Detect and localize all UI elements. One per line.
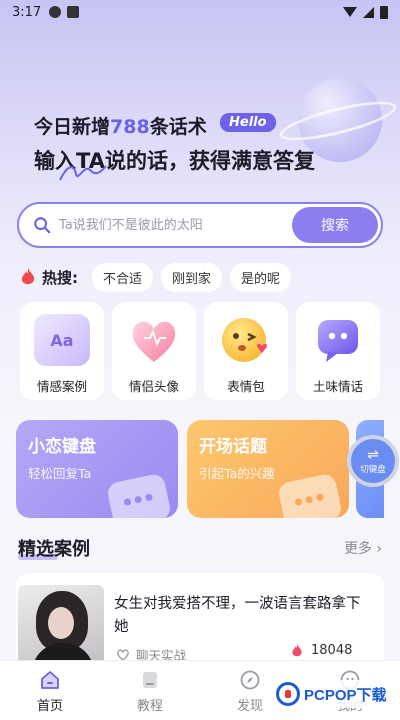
category-label: 情侣头像 xyxy=(128,379,179,394)
heart-icon xyxy=(132,321,176,362)
hero-suffix: 条话术 xyxy=(149,116,207,138)
hot-chip-1[interactable]: 不合适 xyxy=(92,262,154,292)
wifi-icon xyxy=(343,7,357,17)
watermark: PCPOP下载 xyxy=(272,680,391,708)
chat-bubble-icon xyxy=(318,320,358,362)
hero-headline: 今日新增788条话术 xyxy=(34,112,207,139)
case-view-count: 18048 xyxy=(291,643,352,658)
notification-icon xyxy=(49,6,62,18)
category-couple-avatars[interactable]: 情侣头像 xyxy=(112,302,196,400)
swap-arrows-icon: ⇌ xyxy=(367,446,379,463)
featured-cases-header: 精选案例 更多 › xyxy=(18,535,382,561)
status-icons xyxy=(343,5,388,19)
tab-tutorial[interactable]: 教程 xyxy=(100,661,200,720)
feature-row: 小恋键盘 轻松回复Ta 开场话题 引起Ta的兴趣 xyxy=(16,420,349,518)
hello-badge: Hello xyxy=(220,113,276,132)
search-button[interactable]: 搜索 xyxy=(292,207,378,243)
category-stickers[interactable]: 表情包 xyxy=(204,302,288,400)
hot-chip-2[interactable]: 刚到家 xyxy=(161,262,223,292)
home-icon xyxy=(41,671,59,689)
emoji-icon xyxy=(222,318,267,362)
category-emotion-cases[interactable]: Aa 情感案例 xyxy=(20,302,104,400)
hero-prefix: 今日新增 xyxy=(34,116,111,138)
aa-book-icon: Aa xyxy=(34,314,90,366)
feature-title: 开场话题 xyxy=(199,437,267,457)
tab-label: 发现 xyxy=(236,699,263,714)
app-notification-icon xyxy=(67,6,80,18)
fire-icon xyxy=(292,644,302,657)
feature-opening-topics[interactable]: 开场话题 引起Ta的兴趣 xyxy=(187,420,349,518)
compass-icon xyxy=(240,670,260,690)
case-card[interactable]: 女生对我爱搭不理，一波语言套路拿下她 聊天实战 18048 xyxy=(16,573,384,673)
new-count: 788 xyxy=(110,116,150,138)
search-bar[interactable]: 搜索 xyxy=(17,202,383,248)
category-label: 土味情话 xyxy=(312,379,363,394)
book-icon xyxy=(143,672,157,688)
watermark-logo-icon xyxy=(276,682,300,706)
tab-label: 教程 xyxy=(136,699,163,714)
hot-search-row: 热搜: 不合适 刚到家 是的呢 xyxy=(20,262,299,292)
fire-icon xyxy=(21,268,35,285)
status-time: 3:17 xyxy=(12,4,42,20)
search-icon xyxy=(34,217,51,234)
tab-home[interactable]: 首页 xyxy=(0,661,100,720)
squiggle-decoration xyxy=(59,165,107,181)
more-link[interactable]: 更多 › xyxy=(344,538,382,558)
feature-title: 小恋键盘 xyxy=(28,437,96,457)
hot-search-label: 热搜: xyxy=(42,268,78,287)
watermark-text: PCPOP下载 xyxy=(304,686,387,704)
feature-love-keyboard[interactable]: 小恋键盘 轻松回复Ta xyxy=(16,420,178,518)
category-row: Aa 情感案例 情侣头像 表情包 土味情话 xyxy=(20,302,380,400)
section-title: 精选案例 xyxy=(18,535,90,561)
tab-label: 首页 xyxy=(36,699,63,714)
category-label: 情感案例 xyxy=(36,379,87,394)
view-count-value: 18048 xyxy=(311,643,353,658)
signal-icon xyxy=(363,6,374,18)
switch-keyboard-label: 切键盘 xyxy=(360,464,386,475)
switch-keyboard-button[interactable]: ⇌ 切键盘 xyxy=(347,435,399,487)
status-bar: 3:17 xyxy=(0,0,400,24)
category-label: 表情包 xyxy=(227,379,265,394)
category-cheesy-lines[interactable]: 土味情话 xyxy=(296,302,380,400)
case-title: 女生对我爱搭不理，一波语言套路拿下她 xyxy=(114,596,361,635)
hot-chip-3[interactable]: 是的呢 xyxy=(230,262,292,292)
battery-icon xyxy=(380,5,388,19)
